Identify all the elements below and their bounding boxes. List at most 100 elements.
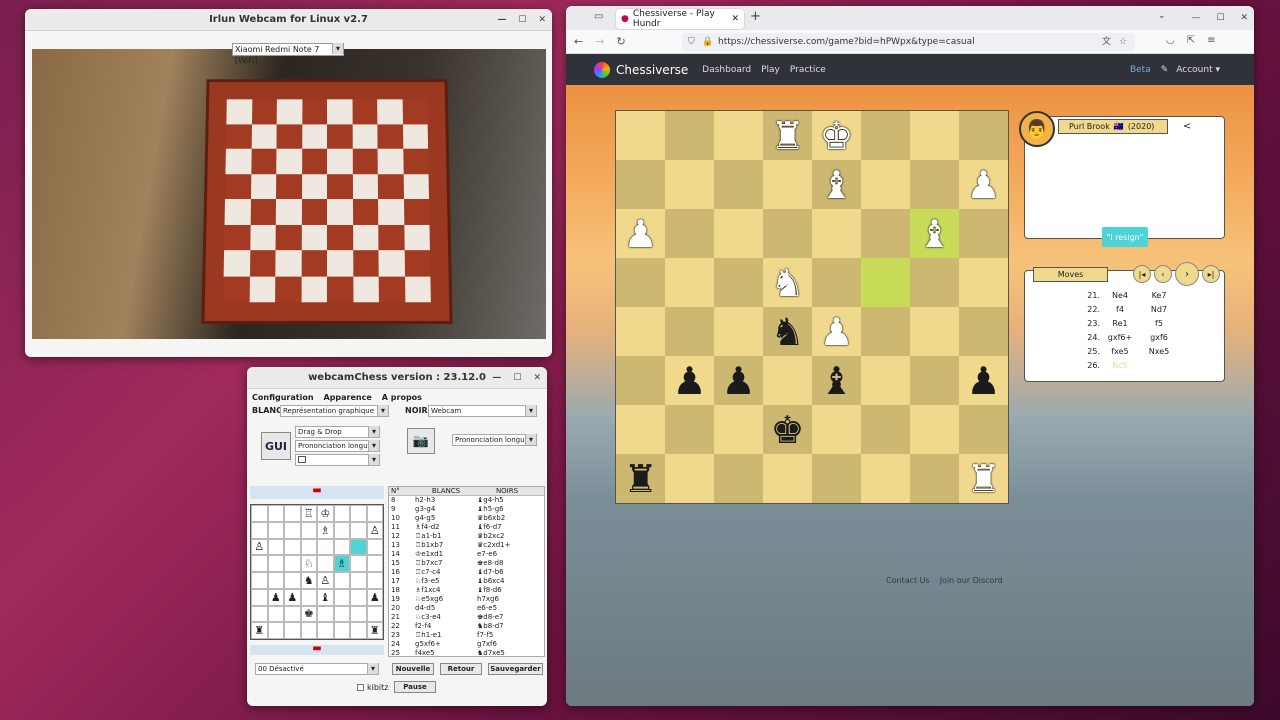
- mini-square[interactable]: [333, 622, 350, 639]
- board-square[interactable]: [714, 405, 763, 454]
- board-square[interactable]: [763, 209, 812, 258]
- mini-square[interactable]: ♜: [366, 622, 383, 639]
- table-row[interactable]: 8 h2-h3 ♝g4-h5: [389, 496, 544, 505]
- mini-square[interactable]: [350, 505, 367, 522]
- mini-square[interactable]: [317, 538, 334, 556]
- pocket-icon[interactable]: ◡: [1166, 35, 1175, 46]
- chess-piece[interactable]: ♟: [623, 215, 657, 253]
- board-square[interactable]: [910, 258, 959, 307]
- mini-square[interactable]: [300, 521, 317, 539]
- nav-practice[interactable]: Practice: [790, 65, 826, 75]
- board-square[interactable]: [665, 454, 714, 503]
- board-square[interactable]: [959, 258, 1008, 307]
- mini-square[interactable]: ♔: [317, 505, 334, 522]
- board-square[interactable]: [861, 307, 910, 356]
- board-square[interactable]: [714, 258, 763, 307]
- move-cell[interactable]: gxf6+: [1100, 331, 1140, 345]
- mini-square[interactable]: [333, 538, 350, 556]
- site-logo-text[interactable]: Chessiverse: [616, 63, 688, 77]
- mini-square[interactable]: [366, 538, 383, 556]
- board-square[interactable]: [763, 454, 812, 503]
- nav-play[interactable]: Play: [761, 65, 780, 75]
- board-square[interactable]: [959, 405, 1008, 454]
- translate-icon[interactable]: 文: [1102, 33, 1111, 51]
- board-square[interactable]: [665, 307, 714, 356]
- minimize-icon[interactable]: —: [1191, 13, 1200, 23]
- tab-overview-icon[interactable]: ▭: [594, 11, 603, 22]
- minimize-icon[interactable]: —: [497, 15, 506, 25]
- board-square[interactable]: [959, 209, 1008, 258]
- mini-square[interactable]: [284, 572, 301, 589]
- prononciation-white-select[interactable]: Prononciation longue: [295, 440, 380, 452]
- mini-square[interactable]: [366, 605, 383, 623]
- mini-square[interactable]: [317, 555, 334, 572]
- mini-square[interactable]: [267, 555, 284, 572]
- board-square[interactable]: ♜: [616, 454, 665, 503]
- mini-square[interactable]: [333, 605, 350, 623]
- board-square[interactable]: [714, 209, 763, 258]
- board-square[interactable]: [861, 405, 910, 454]
- minimize-icon[interactable]: —: [492, 373, 501, 383]
- move-cell[interactable]: Ne4: [1100, 289, 1140, 303]
- board-square[interactable]: [910, 111, 959, 160]
- move-cell[interactable]: 21.: [1025, 289, 1100, 303]
- table-row[interactable]: 18 ♗f1xc4 ♝f8-d6: [389, 586, 544, 595]
- list-tabs-icon[interactable]: ⌄: [1158, 11, 1166, 21]
- table-row[interactable]: 10 g4-g5 ♛b6xb2: [389, 514, 544, 523]
- move-cell[interactable]: Nxe5: [1140, 345, 1178, 359]
- resign-button[interactable]: "I resign": [1102, 227, 1148, 247]
- chess-piece[interactable]: ♟: [672, 362, 706, 400]
- move-cell[interactable]: 23.: [1025, 317, 1100, 331]
- chess-piece[interactable]: ♚: [819, 117, 853, 155]
- mini-square[interactable]: [317, 622, 334, 639]
- mini-square[interactable]: [284, 605, 301, 623]
- move-cell[interactable]: Re1: [1100, 317, 1140, 331]
- mini-square[interactable]: [267, 505, 284, 522]
- mini-square[interactable]: [350, 622, 367, 639]
- wc-titlebar[interactable]: webcamChess version : 23.12.0 — ☐ ✕: [247, 367, 547, 389]
- beta-link[interactable]: Beta: [1130, 65, 1151, 75]
- chessiverse-logo-icon[interactable]: [594, 61, 610, 78]
- board-square[interactable]: [861, 454, 910, 503]
- mini-square[interactable]: [333, 521, 350, 539]
- mini-square[interactable]: ♜: [251, 622, 268, 639]
- board-square[interactable]: [812, 454, 861, 503]
- move-cell[interactable]: 26.: [1025, 359, 1100, 373]
- url-bar[interactable]: ⛉ 🔒 https://chessiverse.com/game?bid=hPW…: [682, 33, 1135, 51]
- chess-piece[interactable]: ♞: [770, 313, 804, 351]
- webcam-titlebar[interactable]: Irlun Webcam for Linux v2.7 — ☐ ✕: [25, 9, 552, 31]
- table-row[interactable]: 16 ♖c7-c4 ♝d7-b6: [389, 568, 544, 577]
- next-move-icon[interactable]: ›: [1175, 262, 1199, 286]
- mini-square[interactable]: [300, 538, 317, 556]
- nouvelle-button[interactable]: Nouvelle: [392, 663, 434, 675]
- move-cell[interactable]: gxf6: [1140, 331, 1178, 345]
- mini-square[interactable]: [267, 572, 284, 589]
- mini-square[interactable]: [267, 538, 284, 556]
- chess-piece[interactable]: ♜: [770, 117, 804, 155]
- mini-square[interactable]: [350, 572, 367, 589]
- mini-square[interactable]: ♗: [317, 521, 334, 539]
- mini-square[interactable]: [284, 521, 301, 539]
- board-square[interactable]: [812, 258, 861, 307]
- menu-apparence[interactable]: Apparence: [324, 393, 372, 402]
- chess-piece[interactable]: ♝: [819, 166, 853, 204]
- noir-select[interactable]: Webcam: [428, 405, 537, 417]
- board-square[interactable]: [910, 356, 959, 405]
- chess-piece[interactable]: ♟: [966, 166, 1000, 204]
- mini-square[interactable]: [267, 521, 284, 539]
- board-square[interactable]: [616, 258, 665, 307]
- back-icon[interactable]: ←: [574, 35, 583, 48]
- tab-chessiverse[interactable]: ● Chessiverse - Play Hundr ✕: [616, 9, 744, 29]
- board-square[interactable]: [910, 160, 959, 209]
- mini-square[interactable]: [350, 605, 367, 623]
- board-square[interactable]: ♟: [616, 209, 665, 258]
- mini-square[interactable]: [350, 555, 367, 572]
- chess-piece[interactable]: ♝: [819, 362, 853, 400]
- move-cell[interactable]: [1140, 359, 1178, 373]
- menu-icon[interactable]: ≡: [1207, 35, 1215, 46]
- mini-square[interactable]: [300, 622, 317, 639]
- maximize-icon[interactable]: ☐: [518, 15, 526, 25]
- first-move-icon[interactable]: |◂: [1133, 265, 1151, 283]
- chess-piece[interactable]: ♚: [770, 411, 804, 449]
- kibitz-checkbox[interactable]: kibitz: [357, 683, 389, 692]
